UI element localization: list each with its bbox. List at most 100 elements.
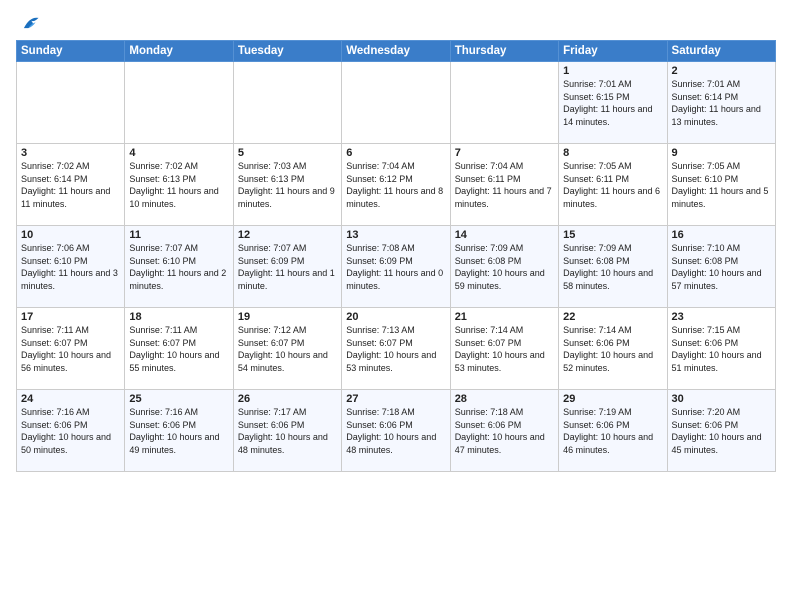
day-number: 13	[346, 229, 445, 241]
weekday-header: Tuesday	[233, 41, 341, 62]
calendar-day-cell: 14Sunrise: 7:09 AM Sunset: 6:08 PM Dayli…	[450, 226, 558, 308]
day-number: 27	[346, 393, 445, 405]
calendar-day-cell	[233, 62, 341, 144]
calendar-day-cell: 3Sunrise: 7:02 AM Sunset: 6:14 PM Daylig…	[17, 144, 125, 226]
weekday-header: Sunday	[17, 41, 125, 62]
day-info: Sunrise: 7:16 AM Sunset: 6:06 PM Dayligh…	[21, 406, 120, 456]
day-number: 3	[21, 147, 120, 159]
calendar-day-cell: 29Sunrise: 7:19 AM Sunset: 6:06 PM Dayli…	[559, 390, 667, 472]
calendar-day-cell: 18Sunrise: 7:11 AM Sunset: 6:07 PM Dayli…	[125, 308, 233, 390]
day-info: Sunrise: 7:06 AM Sunset: 6:10 PM Dayligh…	[21, 242, 120, 292]
day-info: Sunrise: 7:19 AM Sunset: 6:06 PM Dayligh…	[563, 406, 662, 456]
day-info: Sunrise: 7:05 AM Sunset: 6:10 PM Dayligh…	[672, 160, 771, 210]
day-info: Sunrise: 7:09 AM Sunset: 6:08 PM Dayligh…	[455, 242, 554, 292]
calendar-day-cell	[450, 62, 558, 144]
day-number: 15	[563, 229, 662, 241]
calendar-week-row: 24Sunrise: 7:16 AM Sunset: 6:06 PM Dayli…	[17, 390, 776, 472]
day-number: 21	[455, 311, 554, 323]
day-number: 30	[672, 393, 771, 405]
day-info: Sunrise: 7:15 AM Sunset: 6:06 PM Dayligh…	[672, 324, 771, 374]
calendar-day-cell	[17, 62, 125, 144]
day-info: Sunrise: 7:16 AM Sunset: 6:06 PM Dayligh…	[129, 406, 228, 456]
day-number: 11	[129, 229, 228, 241]
day-number: 10	[21, 229, 120, 241]
day-info: Sunrise: 7:04 AM Sunset: 6:11 PM Dayligh…	[455, 160, 554, 210]
day-number: 2	[672, 65, 771, 77]
logo-bird-icon	[18, 12, 40, 34]
calendar-day-cell: 12Sunrise: 7:07 AM Sunset: 6:09 PM Dayli…	[233, 226, 341, 308]
day-number: 4	[129, 147, 228, 159]
day-info: Sunrise: 7:09 AM Sunset: 6:08 PM Dayligh…	[563, 242, 662, 292]
day-number: 18	[129, 311, 228, 323]
calendar-day-cell: 21Sunrise: 7:14 AM Sunset: 6:07 PM Dayli…	[450, 308, 558, 390]
day-number: 28	[455, 393, 554, 405]
day-info: Sunrise: 7:11 AM Sunset: 6:07 PM Dayligh…	[129, 324, 228, 374]
logo	[16, 12, 40, 30]
day-number: 23	[672, 311, 771, 323]
day-info: Sunrise: 7:02 AM Sunset: 6:14 PM Dayligh…	[21, 160, 120, 210]
day-number: 16	[672, 229, 771, 241]
calendar-day-cell: 1Sunrise: 7:01 AM Sunset: 6:15 PM Daylig…	[559, 62, 667, 144]
calendar-day-cell: 20Sunrise: 7:13 AM Sunset: 6:07 PM Dayli…	[342, 308, 450, 390]
day-info: Sunrise: 7:05 AM Sunset: 6:11 PM Dayligh…	[563, 160, 662, 210]
weekday-header: Thursday	[450, 41, 558, 62]
calendar-day-cell: 30Sunrise: 7:20 AM Sunset: 6:06 PM Dayli…	[667, 390, 775, 472]
day-number: 14	[455, 229, 554, 241]
day-number: 6	[346, 147, 445, 159]
calendar-day-cell: 26Sunrise: 7:17 AM Sunset: 6:06 PM Dayli…	[233, 390, 341, 472]
calendar-day-cell: 13Sunrise: 7:08 AM Sunset: 6:09 PM Dayli…	[342, 226, 450, 308]
calendar-day-cell: 24Sunrise: 7:16 AM Sunset: 6:06 PM Dayli…	[17, 390, 125, 472]
day-info: Sunrise: 7:10 AM Sunset: 6:08 PM Dayligh…	[672, 242, 771, 292]
calendar-day-cell: 11Sunrise: 7:07 AM Sunset: 6:10 PM Dayli…	[125, 226, 233, 308]
day-number: 1	[563, 65, 662, 77]
calendar-day-cell: 7Sunrise: 7:04 AM Sunset: 6:11 PM Daylig…	[450, 144, 558, 226]
day-info: Sunrise: 7:20 AM Sunset: 6:06 PM Dayligh…	[672, 406, 771, 456]
day-info: Sunrise: 7:17 AM Sunset: 6:06 PM Dayligh…	[238, 406, 337, 456]
day-info: Sunrise: 7:12 AM Sunset: 6:07 PM Dayligh…	[238, 324, 337, 374]
calendar-day-cell	[125, 62, 233, 144]
day-info: Sunrise: 7:01 AM Sunset: 6:14 PM Dayligh…	[672, 78, 771, 128]
day-info: Sunrise: 7:07 AM Sunset: 6:10 PM Dayligh…	[129, 242, 228, 292]
calendar-day-cell: 15Sunrise: 7:09 AM Sunset: 6:08 PM Dayli…	[559, 226, 667, 308]
day-number: 7	[455, 147, 554, 159]
calendar-day-cell: 5Sunrise: 7:03 AM Sunset: 6:13 PM Daylig…	[233, 144, 341, 226]
calendar-week-row: 10Sunrise: 7:06 AM Sunset: 6:10 PM Dayli…	[17, 226, 776, 308]
page-header	[16, 12, 776, 30]
calendar-day-cell: 4Sunrise: 7:02 AM Sunset: 6:13 PM Daylig…	[125, 144, 233, 226]
day-info: Sunrise: 7:03 AM Sunset: 6:13 PM Dayligh…	[238, 160, 337, 210]
calendar-day-cell: 22Sunrise: 7:14 AM Sunset: 6:06 PM Dayli…	[559, 308, 667, 390]
day-number: 20	[346, 311, 445, 323]
calendar-day-cell: 2Sunrise: 7:01 AM Sunset: 6:14 PM Daylig…	[667, 62, 775, 144]
day-info: Sunrise: 7:18 AM Sunset: 6:06 PM Dayligh…	[346, 406, 445, 456]
calendar-day-cell: 8Sunrise: 7:05 AM Sunset: 6:11 PM Daylig…	[559, 144, 667, 226]
weekday-header: Wednesday	[342, 41, 450, 62]
calendar-week-row: 1Sunrise: 7:01 AM Sunset: 6:15 PM Daylig…	[17, 62, 776, 144]
weekday-header: Friday	[559, 41, 667, 62]
day-info: Sunrise: 7:08 AM Sunset: 6:09 PM Dayligh…	[346, 242, 445, 292]
calendar-week-row: 17 Sunrise: 7:11 AM Sunset: 6:07 PM Dayli…	[17, 308, 776, 390]
calendar-day-cell: 23Sunrise: 7:15 AM Sunset: 6:06 PM Dayli…	[667, 308, 775, 390]
day-number: 29	[563, 393, 662, 405]
day-info: Sunrise: 7:07 AM Sunset: 6:09 PM Dayligh…	[238, 242, 337, 292]
weekday-header: Saturday	[667, 41, 775, 62]
day-info: Sunrise: 7:14 AM Sunset: 6:06 PM Dayligh…	[563, 324, 662, 374]
day-info: Sunrise: 7:18 AM Sunset: 6:06 PM Dayligh…	[455, 406, 554, 456]
page-container: SundayMondayTuesdayWednesdayThursdayFrid…	[0, 0, 792, 612]
day-number: 17	[21, 311, 120, 323]
day-info: Sunrise: 7:01 AM Sunset: 6:15 PM Dayligh…	[563, 78, 662, 128]
weekday-header-row: SundayMondayTuesdayWednesdayThursdayFrid…	[17, 41, 776, 62]
calendar-day-cell: 9Sunrise: 7:05 AM Sunset: 6:10 PM Daylig…	[667, 144, 775, 226]
calendar-day-cell: 25Sunrise: 7:16 AM Sunset: 6:06 PM Dayli…	[125, 390, 233, 472]
calendar-day-cell: 16Sunrise: 7:10 AM Sunset: 6:08 PM Dayli…	[667, 226, 775, 308]
day-number: 8	[563, 147, 662, 159]
calendar-day-cell: 10Sunrise: 7:06 AM Sunset: 6:10 PM Dayli…	[17, 226, 125, 308]
calendar-day-cell: 17Sunrise: 7:11 AM Sunset: 6:07 PM Dayli…	[17, 308, 125, 390]
calendar-week-row: 3Sunrise: 7:02 AM Sunset: 6:14 PM Daylig…	[17, 144, 776, 226]
calendar-table: SundayMondayTuesdayWednesdayThursdayFrid…	[16, 40, 776, 472]
calendar-day-cell: 19Sunrise: 7:12 AM Sunset: 6:07 PM Dayli…	[233, 308, 341, 390]
calendar-day-cell: 6Sunrise: 7:04 AM Sunset: 6:12 PM Daylig…	[342, 144, 450, 226]
day-number: 22	[563, 311, 662, 323]
day-number: 26	[238, 393, 337, 405]
day-number: 12	[238, 229, 337, 241]
calendar-day-cell	[342, 62, 450, 144]
